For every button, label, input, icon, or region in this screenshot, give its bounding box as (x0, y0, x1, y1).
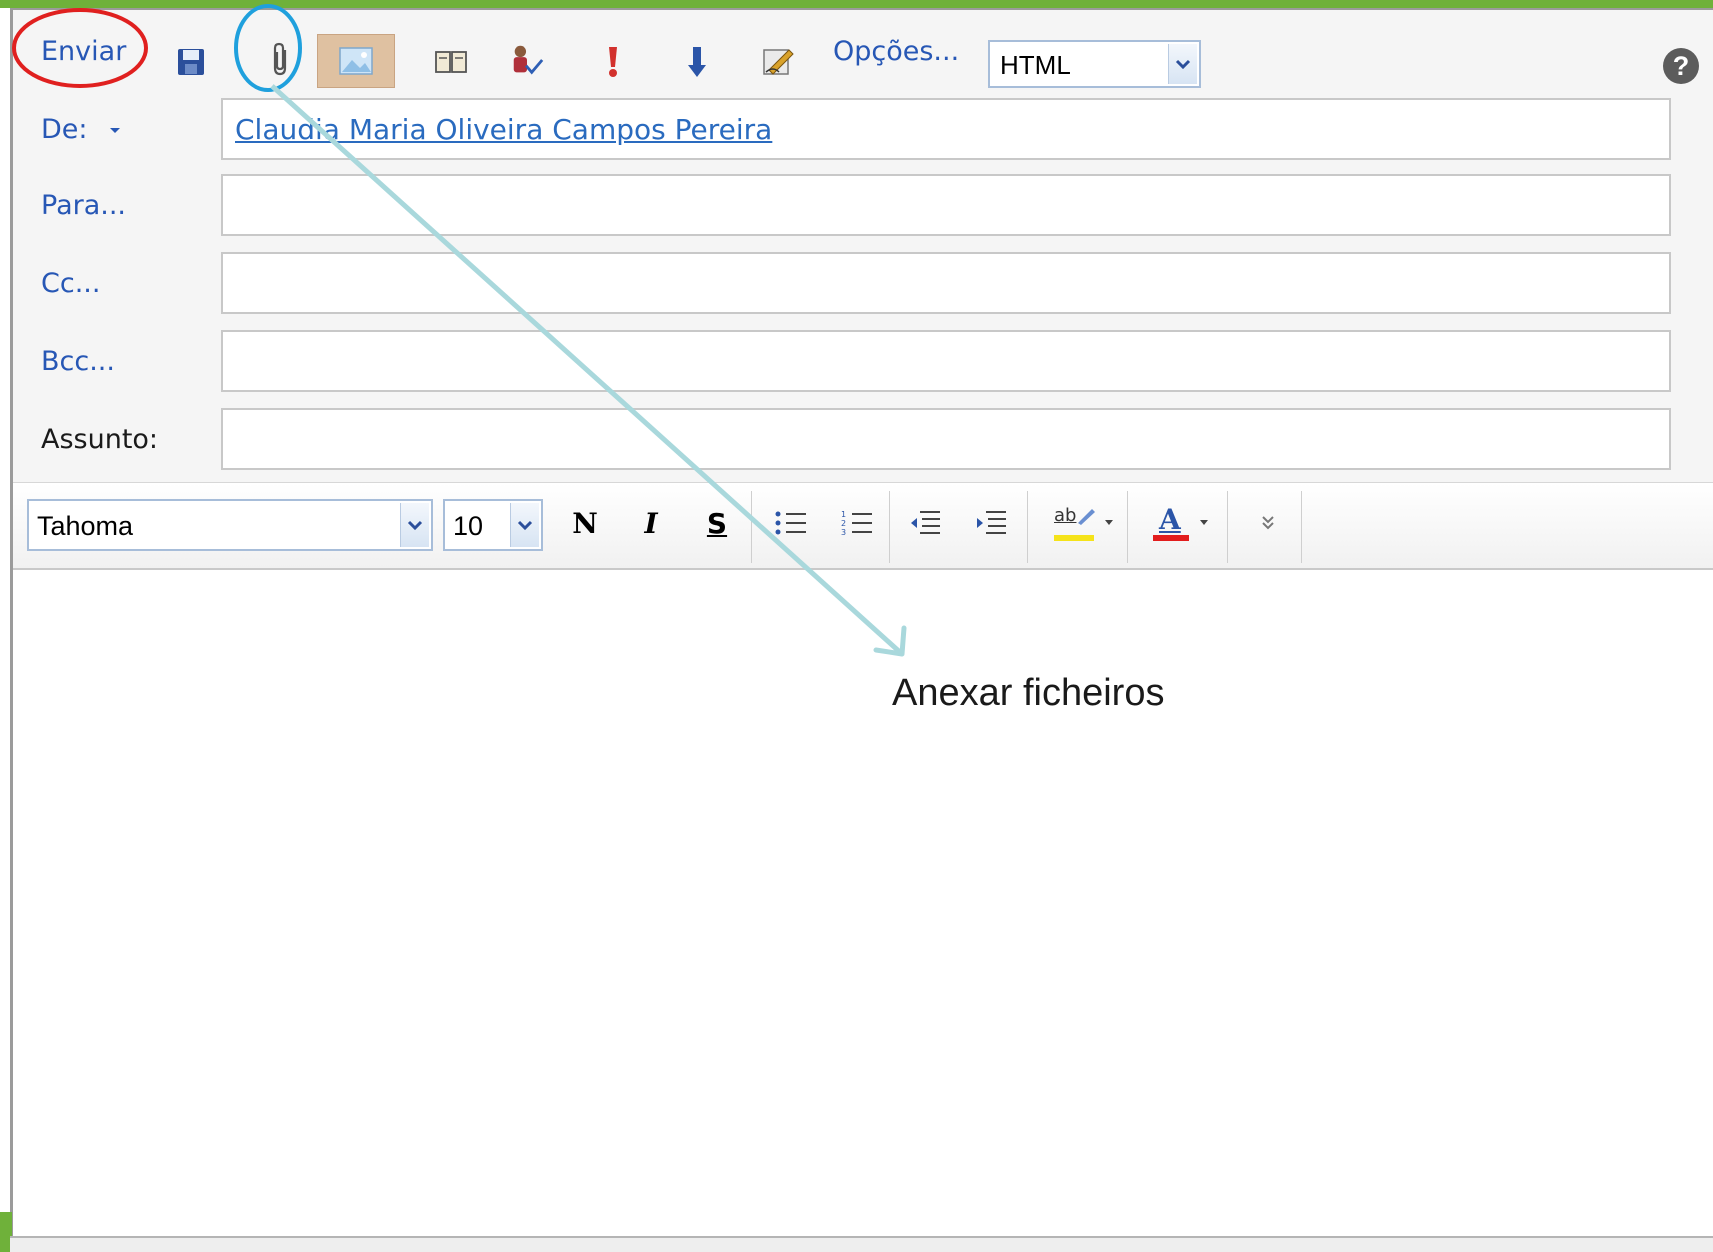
cc-button[interactable]: Cc... (41, 268, 100, 299)
cc-field[interactable] (221, 252, 1671, 314)
font-size-select[interactable]: 10 (443, 499, 543, 551)
insert-picture-icon[interactable] (317, 34, 395, 88)
highlight-label: ab (1054, 505, 1077, 526)
message-format-select[interactable]: HTML (988, 40, 1201, 88)
font-size-value: 10 (453, 511, 484, 541)
help-icon[interactable]: ? (1663, 48, 1699, 84)
message-body-editor[interactable] (13, 570, 1713, 1236)
svg-text:1: 1 (841, 510, 846, 519)
from-label-text: De: (41, 114, 88, 145)
high-importance-icon[interactable] (595, 44, 631, 80)
font-color-swatch (1153, 535, 1189, 541)
subject-field[interactable] (221, 408, 1671, 470)
top-accent-bar (0, 0, 1713, 8)
decrease-indent-icon[interactable] (903, 501, 947, 545)
chevron-down-icon[interactable] (400, 503, 429, 547)
bold-button[interactable]: N (567, 501, 603, 545)
svg-text:2: 2 (841, 519, 846, 528)
chevron-down-icon[interactable] (510, 503, 539, 547)
options-button[interactable]: Opções... (833, 36, 959, 67)
font-family-value: Tahoma (37, 511, 134, 541)
bcc-field[interactable] (221, 330, 1671, 392)
more-options-icon[interactable] (1253, 501, 1283, 545)
compose-toolbar: Enviar Opções... HTML ? (13, 10, 1713, 90)
numbered-list-icon[interactable]: 1 2 3 (835, 501, 879, 545)
address-book-icon[interactable] (433, 44, 469, 80)
from-address-link[interactable]: Claudia Maria Oliveira Campos Pereira (235, 113, 772, 146)
toolbar-separator (889, 491, 890, 563)
attach-file-icon[interactable] (263, 42, 299, 78)
send-button[interactable]: Enviar (41, 36, 126, 67)
italic-button[interactable]: I (633, 501, 669, 545)
message-format-value: HTML (1000, 50, 1071, 80)
toolbar-separator (751, 491, 752, 563)
chevron-down-icon[interactable] (1168, 44, 1197, 84)
save-icon[interactable] (173, 44, 209, 80)
signature-icon[interactable] (761, 44, 797, 80)
toolbar-separator (1127, 491, 1128, 563)
subject-label: Assunto: (41, 424, 159, 455)
bullet-list-icon[interactable] (769, 501, 813, 545)
highlight-color-swatch (1054, 535, 1094, 541)
low-importance-icon[interactable] (679, 44, 715, 80)
check-names-icon[interactable] (509, 42, 545, 78)
chevron-down-icon[interactable] (1199, 519, 1209, 527)
toolbar-separator (1227, 491, 1228, 563)
font-color-button[interactable]: A (1139, 501, 1219, 545)
to-button[interactable]: Para... (41, 190, 126, 221)
attach-files-callout: Anexar ficheiros (892, 672, 1165, 714)
from-label[interactable]: De: (41, 114, 122, 145)
font-color-label: A (1159, 503, 1181, 536)
from-field[interactable]: Claudia Maria Oliveira Campos Pereira (221, 98, 1671, 160)
to-field[interactable] (221, 174, 1671, 236)
increase-indent-icon[interactable] (969, 501, 1013, 545)
highlighter-pen-icon (1078, 509, 1095, 525)
chevron-down-icon[interactable] (1104, 519, 1114, 527)
underline-button[interactable]: S (699, 501, 735, 545)
toolbar-separator (1301, 491, 1302, 563)
font-family-select[interactable]: Tahoma (27, 499, 433, 551)
from-dropdown-icon[interactable] (108, 126, 122, 136)
highlight-button[interactable]: ab (1043, 501, 1123, 545)
toolbar-separator (1027, 491, 1028, 563)
svg-text:3: 3 (841, 528, 846, 537)
formatting-toolbar: Tahoma 10 N I S 1 2 3 ab A (13, 482, 1713, 570)
bcc-button[interactable]: Bcc... (41, 346, 115, 377)
window-bottom-border (10, 1236, 1713, 1252)
